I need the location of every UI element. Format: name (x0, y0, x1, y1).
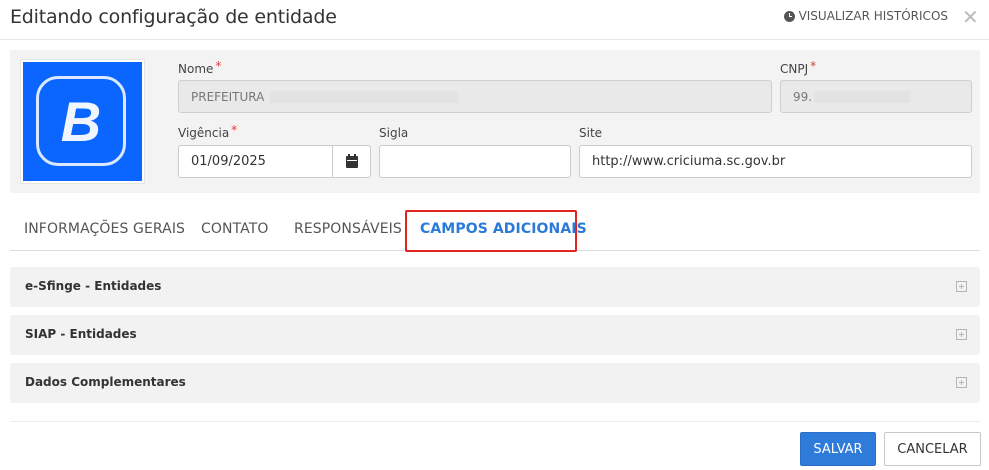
clock-icon (783, 10, 795, 22)
accordion-esfinge-entidades[interactable]: e-Sfinge - Entidades (10, 267, 980, 307)
sigla-label: Sigla (379, 126, 409, 140)
required-mark: * (215, 59, 222, 73)
tab-campos-adicionais[interactable]: CAMPOS ADICIONAIS (420, 221, 587, 237)
cnpj-label: CNPJ * (780, 59, 817, 76)
logo-background: B (23, 62, 142, 181)
logo-frame: B (36, 76, 126, 166)
vigencia-date-input[interactable]: 01/09/2025 (178, 145, 371, 178)
accordion-dados-complementares[interactable]: Dados Complementares (10, 363, 980, 403)
tab-informacoes-gerais[interactable]: INFORMAÇÕES GERAIS (24, 221, 185, 237)
footer-divider (10, 421, 980, 422)
vigencia-label: Vigência * (178, 123, 238, 140)
site-value: http://www.criciuma.sc.gov.br (592, 154, 786, 169)
view-history-label: VISUALIZAR HISTÓRICOS (798, 9, 948, 23)
nome-field[interactable]: PREFEITURA (178, 80, 772, 113)
entity-logo[interactable]: B (20, 59, 145, 184)
close-icon[interactable]: ✕ (962, 7, 979, 27)
cnpj-label-text: CNPJ (780, 62, 809, 76)
sigla-input[interactable] (379, 145, 571, 178)
save-button[interactable]: SALVAR (800, 432, 876, 466)
required-mark: * (810, 59, 817, 73)
site-input[interactable]: http://www.criciuma.sc.gov.br (579, 145, 972, 178)
redacted-text (270, 90, 459, 103)
expand-plus-icon[interactable] (956, 377, 967, 388)
calendar-button[interactable] (332, 146, 370, 177)
dialog-title: Editando configuração de entidade (10, 6, 337, 28)
vigencia-value: 01/09/2025 (191, 154, 266, 169)
cnpj-value: 99. (793, 89, 813, 104)
cancel-button[interactable]: CANCELAR (884, 432, 981, 466)
nome-label-text: Nome (178, 62, 214, 76)
nome-label: Nome * (178, 59, 222, 76)
tab-responsaveis[interactable]: RESPONSÁVEIS (294, 221, 402, 237)
accordion-label: SIAP - Entidades (25, 327, 137, 341)
expand-plus-icon[interactable] (956, 281, 967, 292)
calendar-icon (345, 153, 358, 168)
nome-value: PREFEITURA (191, 89, 265, 104)
accordion-label: Dados Complementares (25, 375, 186, 389)
view-history-button[interactable]: VISUALIZAR HISTÓRICOS (783, 9, 948, 23)
entity-summary-card: B Nome * PREFEITURA CNPJ * 99. Vigência * 0… (10, 50, 980, 193)
tab-contato[interactable]: CONTATO (201, 221, 269, 237)
dialog-header: Editando configuração de entidade VISUAL… (0, 0, 989, 40)
required-mark: * (231, 123, 238, 137)
redacted-text (814, 90, 911, 103)
tab-bar: INFORMAÇÕES GERAIS CONTATO RESPONSÁVEIS … (10, 210, 980, 252)
logo-letter: B (60, 89, 102, 153)
accordion-label: e-Sfinge - Entidades (25, 279, 162, 293)
cnpj-field[interactable]: 99. (780, 80, 972, 113)
site-label: Site (579, 126, 603, 140)
expand-plus-icon[interactable] (956, 329, 967, 340)
accordion-siap-entidades[interactable]: SIAP - Entidades (10, 315, 980, 355)
vigencia-label-text: Vigência (178, 126, 230, 140)
